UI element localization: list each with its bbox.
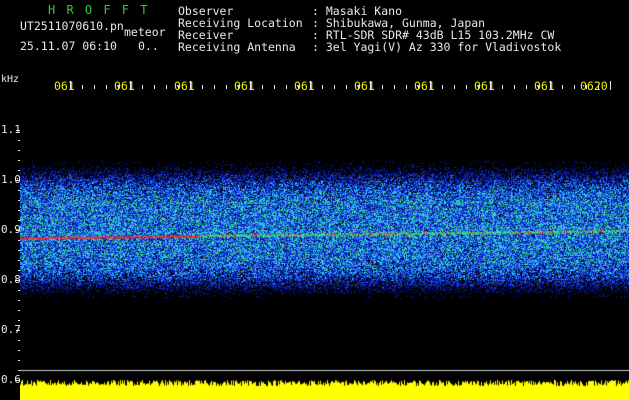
time-minor-tick [514, 85, 515, 89]
time-minor-tick [142, 85, 143, 89]
time-minor-tick [106, 85, 107, 89]
time-minor-tick [454, 85, 455, 89]
time-minor-tick [94, 85, 95, 89]
time-minor-tick [274, 85, 275, 89]
time-minor-tick [346, 85, 347, 89]
frequency-axis: kHz 1.1 1.0 0.9 0.8 0.7 0.6 [0, 72, 22, 400]
time-major-tick [430, 81, 431, 90]
time-minor-tick [166, 85, 167, 89]
time-minor-tick [322, 85, 323, 89]
time-minor-tick [442, 85, 443, 89]
time-tick-label: 061 [174, 79, 195, 93]
time-minor-tick [202, 85, 203, 89]
time-tick-label: 0620 [580, 79, 608, 93]
time-minor-tick [334, 85, 335, 89]
time-major-tick [250, 81, 251, 90]
time-tick-label: 061 [294, 79, 315, 93]
antenna-label: Receiving Antenna [178, 40, 296, 54]
time-tick-label: 061 [414, 79, 435, 93]
time-minor-tick [394, 85, 395, 89]
time-tick-label: 061 [234, 79, 255, 93]
app-title: H R O F F T [48, 3, 150, 17]
time-minor-tick [502, 85, 503, 89]
count: 0.. [138, 39, 159, 53]
time-major-tick [190, 81, 191, 90]
frequency-unit: kHz [1, 74, 20, 85]
time-minor-tick [286, 85, 287, 89]
time-major-tick [490, 81, 491, 90]
time-tick-label: 061 [474, 79, 495, 93]
time-major-tick [370, 81, 371, 90]
time-minor-tick [466, 85, 467, 89]
time-minor-tick [154, 85, 155, 89]
time-minor-tick [214, 85, 215, 89]
time-tick-label: 061 [114, 79, 135, 93]
time-major-tick [70, 81, 71, 90]
antenna-value: : 3el Yagi(V) Az 330 for Vladivostok [312, 40, 562, 54]
time-major-tick [130, 81, 131, 90]
waterfall-plot[interactable] [20, 96, 629, 400]
time-major-tick [310, 81, 311, 90]
time-minor-tick [382, 85, 383, 89]
time-minor-tick [262, 85, 263, 89]
mode-label: meteor [124, 25, 166, 39]
time-minor-tick [406, 85, 407, 89]
time-minor-tick [574, 85, 575, 89]
time-major-tick [550, 81, 551, 90]
time-minor-tick [526, 85, 527, 89]
time-tick-label: 061 [54, 79, 75, 93]
waterfall-canvas[interactable] [20, 96, 629, 400]
time-axis: 061 061 061 061 061 061 061 061 061 0620 [0, 78, 629, 94]
time-tick-label: 061 [354, 79, 375, 93]
time-tick-label: 061 [534, 79, 555, 93]
time-minor-tick [82, 85, 83, 89]
time-major-tick [610, 81, 611, 90]
header-panel: H R O F F T UT2511070610.pn meteor 25.11… [0, 0, 629, 72]
datetime: 25.11.07 06:10 [20, 39, 117, 53]
filename: UT2511070610.pn [20, 19, 124, 33]
time-minor-tick [562, 85, 563, 89]
time-minor-tick [226, 85, 227, 89]
